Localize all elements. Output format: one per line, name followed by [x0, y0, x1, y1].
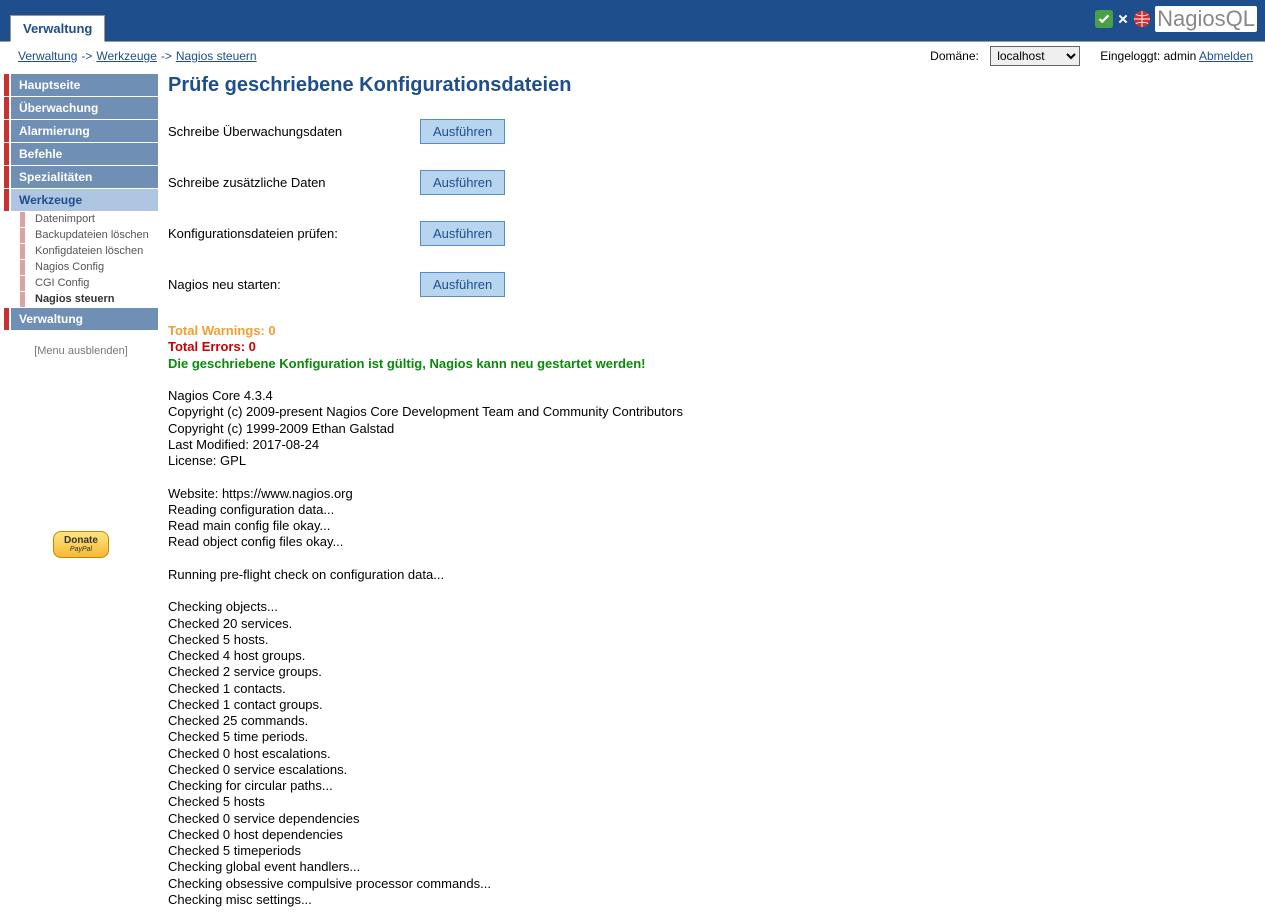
output-line	[168, 551, 1253, 567]
page-title: Prüfe geschriebene Konfigurationsdateien	[168, 74, 1253, 97]
subnav-datenimport[interactable]: Datenimport	[4, 212, 158, 227]
output-line: Website: https://www.nagios.org	[168, 486, 1253, 502]
subnav-konfig-loeschen[interactable]: Konfigdateien löschen	[4, 244, 158, 259]
app-logo: NagiosQL	[1095, 6, 1257, 32]
row-schreibe-zusatz: Schreibe zusätzliche Daten Ausführen	[168, 170, 1253, 195]
output-block: Total Warnings: 0 Total Errors: 0 Die ge…	[168, 323, 1253, 908]
output-line: Checked 4 host groups.	[168, 648, 1253, 664]
nav-befehle[interactable]: Befehle	[4, 143, 158, 165]
label-nagios-restart: Nagios neu starten:	[168, 277, 420, 292]
logo-text: NagiosQL	[1155, 6, 1257, 32]
breadcrumb: Verwaltung->Werkzeuge->Nagios steuern	[18, 49, 257, 63]
active-tab[interactable]: Verwaltung	[10, 15, 105, 42]
nav-alarmierung[interactable]: Alarmierung	[4, 120, 158, 142]
output-line: Checking objects...	[168, 599, 1253, 615]
row-schreibe-ueberwachung: Schreibe Überwachungsdaten Ausführen	[168, 119, 1253, 144]
output-line: Read object config files okay...	[168, 534, 1253, 550]
output-line: Checking obsessive compulsive processor …	[168, 876, 1253, 892]
output-line: Checked 20 services.	[168, 616, 1253, 632]
output-line: Copyright (c) 1999-2009 Ethan Galstad	[168, 421, 1253, 437]
output-line	[168, 583, 1253, 599]
output-line: Checked 25 commands.	[168, 713, 1253, 729]
donate-button[interactable]: DonatePayPal	[53, 531, 109, 558]
btn-schreibe-ueberwachung[interactable]: Ausführen	[420, 119, 505, 144]
output-line: Checked 2 service groups.	[168, 664, 1253, 680]
nav-ueberwachung[interactable]: Überwachung	[4, 97, 158, 119]
output-line: Checking global event handlers...	[168, 859, 1253, 875]
output-line: Checked 5 hosts.	[168, 632, 1253, 648]
sidebar: Hauptseite Überwachung Alarmierung Befeh…	[0, 70, 158, 558]
output-line: Checked 1 contact groups.	[168, 697, 1253, 713]
breadcrumb-verwaltung[interactable]: Verwaltung	[18, 49, 77, 63]
domain-selector: Domäne: localhost	[930, 46, 1080, 66]
btn-schreibe-zusatz[interactable]: Ausführen	[420, 170, 505, 195]
subnav-cgi-config[interactable]: CGI Config	[4, 276, 158, 291]
nav-spezialitaeten[interactable]: Spezialitäten	[4, 166, 158, 188]
output-line: Checking misc settings...	[168, 892, 1253, 908]
donate-area: DonatePayPal	[4, 531, 158, 558]
domain-select[interactable]: localhost	[990, 46, 1080, 66]
row-nagios-restart: Nagios neu starten: Ausführen	[168, 272, 1253, 297]
output-lines: Nagios Core 4.3.4Copyright (c) 2009-pres…	[168, 372, 1253, 908]
globe-icon	[1133, 10, 1151, 28]
output-line: Read main config file okay...	[168, 518, 1253, 534]
output-line: Checked 0 service dependencies	[168, 811, 1253, 827]
row-konfig-pruefen: Konfigurationsdateien prüfen: Ausführen	[168, 221, 1253, 246]
output-line: Last Modified: 2017-08-24	[168, 437, 1253, 453]
output-line: Reading configuration data...	[168, 502, 1253, 518]
output-line: Copyright (c) 2009-present Nagios Core D…	[168, 404, 1253, 420]
check-icon	[1095, 10, 1113, 28]
label-schreibe-ueberwachung: Schreibe Überwachungsdaten	[168, 124, 420, 139]
logout-link[interactable]: Abmelden	[1199, 49, 1253, 63]
login-info: Eingeloggt: admin Abmelden	[1100, 49, 1253, 63]
total-warnings: Total Warnings: 0	[168, 323, 1253, 339]
menu-hide-toggle[interactable]: [Menu ausblenden]	[4, 331, 158, 371]
breadcrumb-werkzeuge[interactable]: Werkzeuge	[96, 49, 156, 63]
label-konfig-pruefen: Konfigurationsdateien prüfen:	[168, 226, 420, 241]
btn-nagios-restart[interactable]: Ausführen	[420, 272, 505, 297]
output-line: Checked 0 host escalations.	[168, 746, 1253, 762]
nav-hauptseite[interactable]: Hauptseite	[4, 74, 158, 96]
btn-konfig-pruefen[interactable]: Ausführen	[420, 221, 505, 246]
output-line	[168, 469, 1253, 485]
nav-werkzeuge[interactable]: Werkzeuge	[4, 189, 158, 211]
subnav-backup-loeschen[interactable]: Backupdateien löschen	[4, 228, 158, 243]
output-line: Checked 5 time periods.	[168, 729, 1253, 745]
output-line: License: GPL	[168, 453, 1253, 469]
breadcrumb-nagios-steuern[interactable]: Nagios steuern	[176, 49, 257, 63]
output-line: Checked 0 host dependencies	[168, 827, 1253, 843]
output-line: Checked 5 hosts	[168, 794, 1253, 810]
output-line: Checked 1 contacts.	[168, 681, 1253, 697]
output-line: Checking for circular paths...	[168, 778, 1253, 794]
tools-icon	[1114, 10, 1132, 28]
valid-message: Die geschriebene Konfiguration ist gülti…	[168, 356, 1253, 372]
output-line	[168, 372, 1253, 388]
nav-verwaltung[interactable]: Verwaltung	[4, 308, 158, 330]
output-line: Checked 0 service escalations.	[168, 762, 1253, 778]
header-row: Verwaltung->Werkzeuge->Nagios steuern Do…	[0, 42, 1265, 70]
total-errors: Total Errors: 0	[168, 339, 1253, 355]
domain-label: Domäne:	[930, 49, 979, 63]
subnav-nagios-steuern[interactable]: Nagios steuern	[4, 292, 158, 307]
top-bar: Verwaltung NagiosQL	[0, 0, 1265, 42]
output-line: Running pre-flight check on configuratio…	[168, 567, 1253, 583]
output-line: Nagios Core 4.3.4	[168, 388, 1253, 404]
output-line: Checked 5 timeperiods	[168, 843, 1253, 859]
main-content: Prüfe geschriebene Konfigurationsdateien…	[158, 70, 1265, 920]
label-schreibe-zusatz: Schreibe zusätzliche Daten	[168, 175, 420, 190]
subnav-nagios-config[interactable]: Nagios Config	[4, 260, 158, 275]
